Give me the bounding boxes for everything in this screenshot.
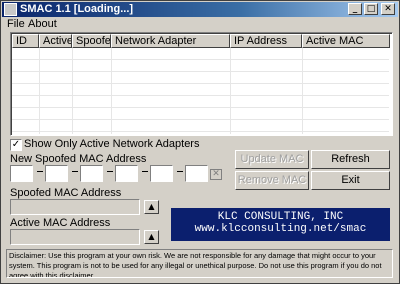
spoofed-mac-label: Spoofed MAC Address [10, 187, 122, 199]
minimize-button[interactable]: _ [348, 3, 362, 15]
menu-file[interactable]: File [7, 18, 25, 30]
table-row[interactable] [12, 120, 389, 132]
spoofed-mac-up-button[interactable]: ▲ [144, 200, 159, 214]
column-header-active-mac[interactable]: Active MAC [302, 34, 390, 48]
column-header-id[interactable]: ID [12, 34, 39, 48]
table-row[interactable] [12, 48, 389, 60]
mac-separator [37, 171, 43, 172]
column-header-active[interactable]: Active [39, 34, 72, 48]
smac-window: SMAC 1.1 [Loading...] _ □ ✕ File About I… [0, 0, 400, 284]
column-header-spoofed[interactable]: Spoofed [72, 34, 111, 48]
mac-octet-2-input[interactable] [45, 165, 68, 182]
active-mac-up-button[interactable]: ▲ [144, 230, 159, 244]
title-bar[interactable]: SMAC 1.1 [Loading...] _ □ ✕ [2, 2, 398, 17]
window-title: SMAC 1.1 [Loading...] [20, 3, 134, 15]
active-mac-label: Active MAC Address [10, 217, 111, 229]
new-mac-label: New Spoofed MAC Address [10, 153, 147, 165]
table-row[interactable] [12, 60, 389, 72]
spoofed-mac-field [10, 199, 140, 215]
klc-banner: KLC CONSULTING, INC www.klcconsulting.ne… [171, 208, 390, 241]
mac-octet-6-input[interactable] [185, 165, 208, 182]
active-mac-field [10, 229, 140, 245]
show-only-active-checkbox[interactable]: ✓ [10, 139, 22, 151]
mac-octet-1-input[interactable] [10, 165, 33, 182]
clear-mac-icon[interactable]: ✕ [210, 169, 222, 180]
mac-octet-4-input[interactable] [115, 165, 138, 182]
mac-octet-5-input[interactable] [150, 165, 173, 182]
column-header-network-adapter[interactable]: Network Adapter [111, 34, 230, 48]
banner-url: www.klcconsulting.net/smac [194, 223, 367, 235]
mac-separator [72, 171, 78, 172]
exit-button[interactable]: Exit [311, 171, 390, 190]
table-row[interactable] [12, 96, 389, 108]
menu-bar: File About [2, 18, 398, 32]
column-header-ip-address[interactable]: IP Address [230, 34, 302, 48]
mac-octet-3-input[interactable] [80, 165, 103, 182]
mac-separator [142, 171, 148, 172]
mac-separator [107, 171, 113, 172]
banner-company: KLC CONSULTING, INC [217, 211, 344, 223]
show-only-active-label: Show Only Active Network Adapters [24, 138, 200, 150]
menu-about[interactable]: About [28, 18, 57, 30]
update-mac-button[interactable]: Update MAC [235, 150, 309, 169]
refresh-button[interactable]: Refresh [311, 150, 390, 169]
maximize-button[interactable]: □ [364, 3, 378, 15]
disclaimer-text: Disclaimer: Use this program at your own… [6, 249, 393, 278]
adapter-list[interactable]: ID Active Spoofed Network Adapter IP Add… [10, 32, 393, 136]
table-row[interactable] [12, 84, 389, 96]
table-row[interactable] [12, 108, 389, 120]
close-button[interactable]: ✕ [381, 3, 395, 15]
table-row[interactable] [12, 72, 389, 84]
mac-separator [177, 171, 183, 172]
app-icon [4, 3, 17, 16]
remove-mac-button[interactable]: Remove MAC [235, 171, 309, 190]
